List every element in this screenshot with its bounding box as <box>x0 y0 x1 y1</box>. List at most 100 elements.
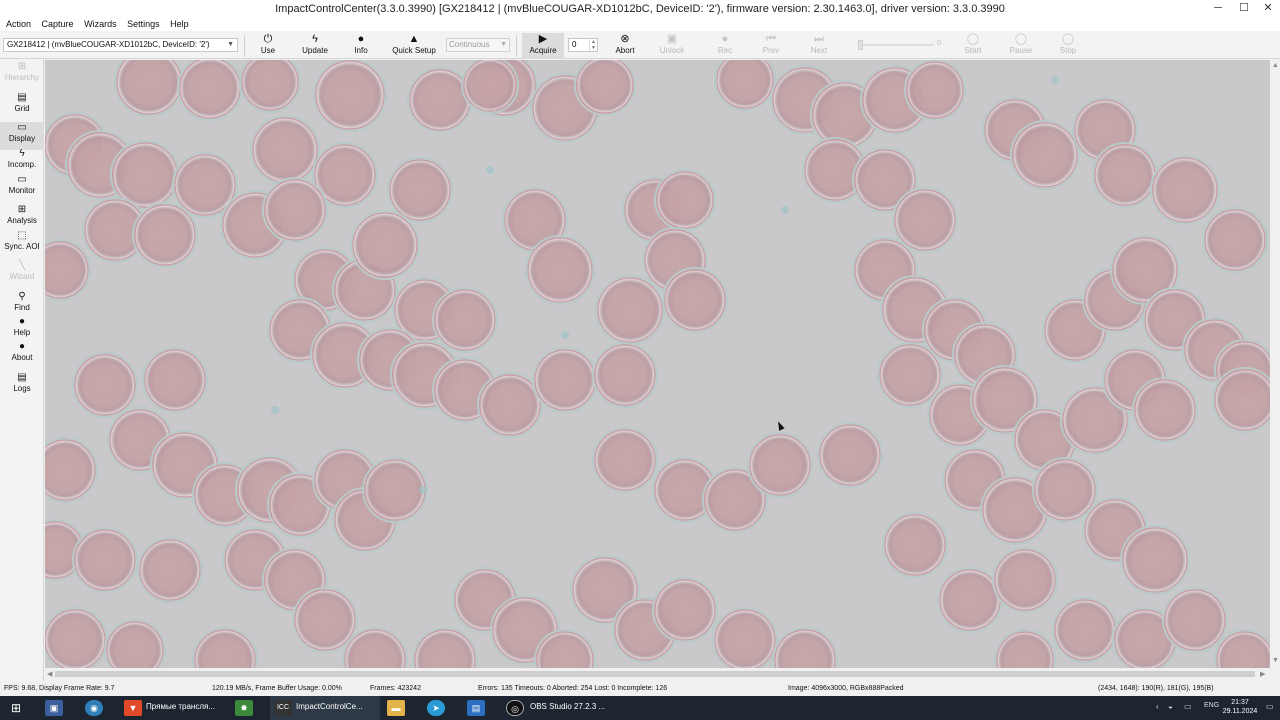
sidebar-item-sync-aoi[interactable]: ⬚ Sync. AOI <box>0 230 44 258</box>
sidebar-item-about[interactable]: ● About <box>0 341 44 369</box>
scroll-down-icon[interactable]: ▼ <box>1272 657 1279 664</box>
abort-button[interactable]: ⊗ Abort <box>610 33 640 59</box>
blood-cell <box>434 289 496 351</box>
blood-cell <box>906 61 964 119</box>
menu-wizards[interactable]: Wizards <box>84 18 117 31</box>
blood-cell <box>527 237 593 303</box>
start-button[interactable]: ◯ Start <box>960 33 986 59</box>
frame-count-stepper[interactable]: 0 ▲ ▼ <box>568 38 598 52</box>
debris-speck <box>486 166 494 174</box>
menu-action[interactable]: Action <box>6 18 31 31</box>
maximize-button[interactable]: ☐ <box>1232 0 1256 18</box>
blood-cell <box>294 589 356 651</box>
logs-icon: ▤ <box>17 372 27 383</box>
blood-cell <box>714 609 776 668</box>
taskbar-app[interactable]: ▣ <box>40 696 68 720</box>
prev-button[interactable]: ⏮ Prev <box>758 33 784 59</box>
horizontal-scrollbar[interactable]: ◀ ▶ <box>45 668 1270 681</box>
sidebar-item-logs[interactable]: ▤ Logs <box>0 372 44 400</box>
next-button[interactable]: ⏭ Next <box>806 33 832 59</box>
blood-cell <box>315 60 385 130</box>
frame-slider[interactable]: 0 <box>858 40 942 50</box>
lightning-icon: ϟ <box>19 148 25 159</box>
pause-button[interactable]: ◯ Pause <box>1006 33 1036 59</box>
window-app-icon: ▤ <box>467 700 485 716</box>
taskbar-app[interactable]: ➤ <box>422 696 450 720</box>
menu-settings[interactable]: Settings <box>127 18 160 31</box>
sidebar-item-label: Grid <box>14 104 30 113</box>
status-fps: FPS: 9.68, Display Frame Rate: 9.7 <box>4 685 115 692</box>
menu-help[interactable]: Help <box>170 18 189 31</box>
taskbar-app-brave[interactable]: ▼ Прямые трансля... <box>118 696 228 720</box>
volume-icon[interactable]: ▭ <box>1184 702 1192 711</box>
scrollbar-thumb[interactable] <box>55 671 1255 677</box>
display-icon: ▭ <box>17 122 27 133</box>
pause-circle-icon: ◯ <box>1014 33 1028 45</box>
sidebar-item-help[interactable]: ● Help <box>0 316 44 344</box>
microscope-image <box>45 60 1270 668</box>
scroll-up-icon[interactable]: ▲ <box>1272 62 1279 69</box>
brave-icon: ▼ <box>124 700 142 716</box>
sidebar-item-hierarchy[interactable]: ⊞ Hierarchy <box>0 61 44 89</box>
sidebar-item-incomp[interactable]: ϟ Incomp. <box>0 148 44 176</box>
status-throughput: 120.19 MB/s, Frame Buffer Usage: 0.00% <box>212 685 342 692</box>
start-button[interactable]: ⊞ <box>0 696 32 720</box>
sidebar-item-analysis[interactable]: ⊞ Analysis <box>0 204 44 232</box>
about-icon: ● <box>18 341 26 352</box>
close-button[interactable]: ✕ <box>1256 0 1280 18</box>
rec-button[interactable]: ● Rec <box>712 33 738 59</box>
notification-icon[interactable]: ▭ <box>1266 702 1274 711</box>
device-select[interactable]: GX218412 | (mvBlueCOUGAR-XD1012bC, Devic… <box>3 38 238 52</box>
taskbar-app-icc[interactable]: ICC ImpactControlCe... <box>270 696 380 720</box>
taskbar-app[interactable]: ✸ <box>230 696 258 720</box>
sidebar-item-find[interactable]: ⚲ Find <box>0 291 44 319</box>
acquisition-mode-select[interactable]: Continuous ▼ <box>446 38 510 52</box>
blood-cell <box>144 349 206 411</box>
taskbar-app[interactable]: ▤ <box>462 696 490 720</box>
blood-cell <box>534 349 596 411</box>
blood-cell <box>463 60 517 112</box>
sidebar-item-wizard[interactable]: ╲ Wizard <box>0 260 44 288</box>
minimize-button[interactable]: ─ <box>1206 0 1230 18</box>
stop-button[interactable]: ◯ Stop <box>1054 33 1082 59</box>
taskbar-app-obs[interactable]: ◎ OBS Studio 27.2.3 ... <box>500 696 610 720</box>
blood-cell <box>179 60 241 119</box>
image-display[interactable] <box>45 60 1270 668</box>
analysis-icon: ⊞ <box>17 204 27 215</box>
scroll-left-icon[interactable]: ◀ <box>47 670 52 678</box>
sidebar-item-grid[interactable]: ▤ Grid <box>0 92 44 120</box>
blood-cell <box>139 539 201 601</box>
vertical-scrollbar[interactable]: ▲ ▼ <box>1270 60 1280 668</box>
scroll-right-icon[interactable]: ▶ <box>1260 670 1265 678</box>
folder-icon: ▬ <box>387 700 405 716</box>
play-icon: ▶ <box>538 33 548 45</box>
slider-handle[interactable] <box>858 40 863 50</box>
sidebar-item-monitor[interactable]: ▭ Monitor <box>0 174 44 202</box>
acquire-button[interactable]: ▶ Acquire <box>522 33 564 59</box>
use-button[interactable]: ⏻ Use <box>254 33 282 59</box>
blood-cell <box>1134 379 1196 441</box>
sidebar-item-display[interactable]: ▭ Display <box>0 122 44 150</box>
language-indicator[interactable]: ENG <box>1204 702 1219 709</box>
unlock-button[interactable]: ▣ Unlock <box>656 33 688 59</box>
taskbar-app-label: OBS Studio 27.2.3 ... <box>530 702 606 711</box>
taskbar-app[interactable]: ◉ <box>80 696 108 720</box>
blood-cell <box>664 269 726 331</box>
blood-cell <box>352 212 418 278</box>
status-pixel-value: (2434, 1648): 190(R), 181(G), 195(B) <box>1098 685 1214 692</box>
skip-back-icon: ⏮ <box>766 33 776 45</box>
taskbar-app[interactable]: ▬ <box>382 696 410 720</box>
network-icon[interactable]: ◒ <box>1168 702 1173 711</box>
acquisition-mode-value: Continuous <box>449 40 490 49</box>
status-bar: FPS: 9.68, Display Frame Rate: 9.7 120.1… <box>0 682 1280 696</box>
stepper-arrows-icon[interactable]: ▲ ▼ <box>589 39 597 51</box>
menu-bar: Action Capture Wizards Settings Help <box>0 18 1280 31</box>
status-errors: Errors: 135 Timeouts: 0 Aborted: 254 Los… <box>478 685 668 692</box>
info-button[interactable]: ● Info <box>348 33 374 59</box>
info-label: Info <box>354 46 368 55</box>
clock[interactable]: 21:37 29.11.2024 <box>1222 698 1258 716</box>
menu-capture[interactable]: Capture <box>42 18 74 31</box>
update-button[interactable]: ϟ Update <box>298 33 332 59</box>
tray-overflow-icon[interactable]: ‹ <box>1156 702 1159 711</box>
quick-setup-button[interactable]: ▲ Quick Setup <box>390 33 438 59</box>
